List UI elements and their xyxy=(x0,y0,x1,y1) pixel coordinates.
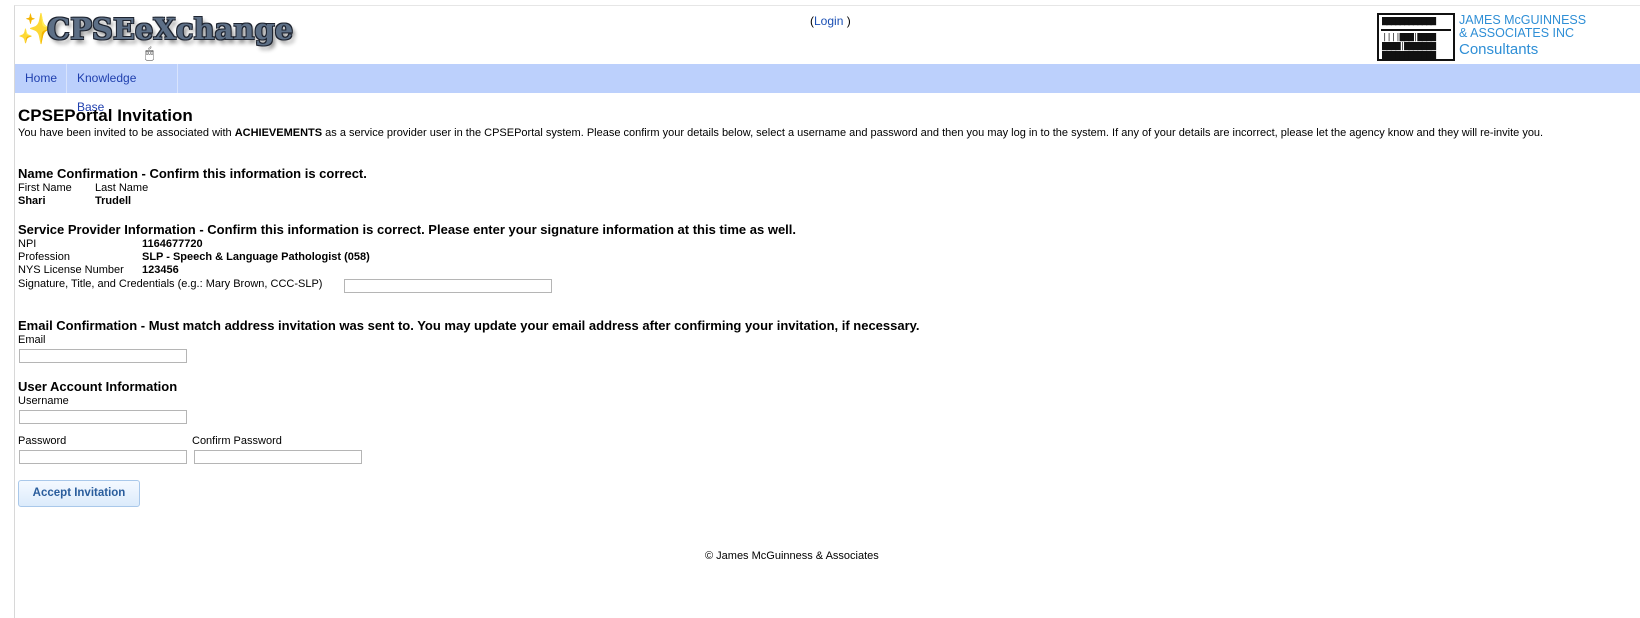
npi-value: 1164677720 xyxy=(142,238,203,250)
page-title: CPSEPortal Invitation xyxy=(18,106,193,125)
intro-after: as a service provider user in the CPSEPo… xyxy=(322,127,1544,139)
abacus-bar xyxy=(1381,29,1451,31)
name-section-heading: Name Confirmation - Confirm this informa… xyxy=(18,166,367,181)
provider-section-heading: Service Provider Information - Confirm t… xyxy=(18,222,797,237)
abacus-beads-mid: ││││███│████ xyxy=(1382,33,1436,42)
abacus-beads-low: ████│███████ xyxy=(1382,42,1436,51)
accept-invitation-button[interactable]: Accept Invitation xyxy=(18,480,140,507)
license-value: 123456 xyxy=(142,264,179,276)
mouse-cursor-icon: 🖱 xyxy=(145,44,155,62)
profession-label: Profession xyxy=(18,251,70,263)
nav-item-knowledge-base[interactable]: Knowledge Base xyxy=(67,64,178,114)
confirm-password-input[interactable] xyxy=(194,450,362,464)
cpse-exchange-logo[interactable]: ✨ CPSEeXchange 🖱 xyxy=(17,10,294,62)
login-paren-close: ) xyxy=(843,14,851,28)
first-name-value: Shari xyxy=(18,195,46,207)
account-section-heading: User Account Information xyxy=(18,379,178,394)
confirm-password-label: Confirm Password xyxy=(192,435,282,447)
intro-agency: ACHIEVEMENTS xyxy=(234,127,323,139)
profession-value: SLP - Speech & Language Pathologist (058… xyxy=(142,251,370,263)
login-area: (Login ) xyxy=(810,14,851,28)
login-link[interactable]: Login xyxy=(814,14,843,28)
username-label: Username xyxy=(18,395,69,407)
password-label: Password xyxy=(18,435,67,447)
brand-line-3: Consultants xyxy=(1459,41,1539,58)
first-name-label: First Name xyxy=(18,182,72,194)
abacus-beads-top: ████████████ xyxy=(1382,17,1436,26)
signature-label: Signature, Title, and Credentials (e.g.:… xyxy=(18,278,323,290)
last-name-label: Last Name xyxy=(95,182,149,194)
mcguinness-brand-logo: ████████████ ││││███│████ ████│███████ █… xyxy=(1377,13,1640,63)
intro-before: You have been invited to be associated w… xyxy=(18,127,235,139)
license-label: NYS License Number xyxy=(18,264,124,276)
abacus-logo-icon: ████████████ ││││███│████ ████│███████ █… xyxy=(1377,13,1455,61)
brand-line-2: & ASSOCIATES INC xyxy=(1459,26,1575,40)
email-label: Email xyxy=(18,334,46,346)
abacus-beads-bottom: ████████████ xyxy=(1382,51,1436,60)
nav-item-home[interactable]: Home xyxy=(15,64,67,93)
main-nav: Home Knowledge Base xyxy=(15,64,1640,114)
email-input[interactable] xyxy=(19,349,187,363)
last-name-value: Trudell xyxy=(95,195,132,207)
intro-text: You have been invited to be associated w… xyxy=(18,127,1598,140)
password-input[interactable] xyxy=(19,450,187,464)
email-section-heading: Email Confirmation - Must match address … xyxy=(18,318,920,333)
footer-copyright: © James McGuinness & Associates xyxy=(705,550,879,562)
header: ✨ CPSEeXchange 🖱 (Login ) ████████████ │… xyxy=(15,6,1640,64)
npi-label: NPI xyxy=(18,238,37,250)
page-frame xyxy=(14,5,1640,618)
signature-input[interactable] xyxy=(344,279,552,293)
username-input[interactable] xyxy=(19,410,187,424)
logo-text: CPSEeXchange xyxy=(47,12,294,46)
